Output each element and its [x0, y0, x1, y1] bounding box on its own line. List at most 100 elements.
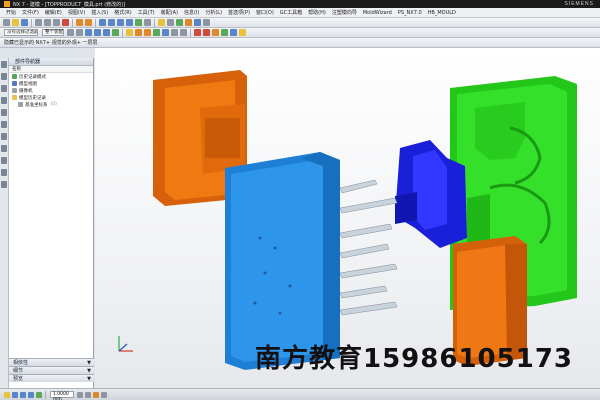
menu-ps-nx7[interactable]: PS_NX7.0 — [395, 10, 425, 16]
history-icon[interactable] — [1, 109, 7, 116]
tree-item-label: 历史记录模式 — [19, 74, 46, 80]
edge-blend-icon[interactable] — [171, 29, 178, 36]
pan-icon[interactable] — [126, 19, 133, 26]
wireframe-view-icon[interactable] — [144, 19, 151, 26]
ejector-icon[interactable] — [230, 29, 237, 36]
settings-icon[interactable] — [1, 181, 7, 188]
deselect-icon[interactable] — [76, 29, 83, 36]
menu-mold-wizard-cn[interactable]: 注塑模向导 — [329, 9, 360, 16]
snap-icon[interactable] — [4, 391, 10, 398]
menu-file[interactable]: 文件(F) — [19, 9, 42, 16]
menu-view[interactable]: 视图(V) — [65, 9, 88, 16]
tree-item-datum-csys[interactable]: 基准坐标系 (0) — [9, 101, 93, 108]
web-browser-icon[interactable] — [1, 133, 7, 140]
show-hide-icon[interactable] — [167, 19, 174, 26]
mold-assembly-model[interactable] — [95, 48, 600, 388]
tree-item-camera[interactable]: 摄像机 — [9, 87, 93, 94]
paste-icon[interactable] — [53, 19, 60, 26]
tolerance-field[interactable]: 1.0000 mm — [50, 391, 74, 400]
menu-tools[interactable]: 工具(T) — [135, 9, 158, 16]
details-section[interactable]: 细节 ▼ — [9, 366, 94, 374]
chevron-down-icon: ▼ — [87, 376, 91, 382]
parting-icon[interactable] — [203, 29, 210, 36]
hole-icon[interactable] — [153, 29, 160, 36]
undo-icon[interactable] — [76, 19, 83, 26]
column-header-name[interactable]: 名称 — [9, 66, 93, 73]
snap-mid-icon[interactable] — [103, 29, 110, 36]
tree-item-suffix: (0) — [50, 102, 57, 107]
mold-wizard-icon[interactable] — [185, 19, 192, 26]
open-file-icon[interactable] — [12, 19, 19, 26]
assembly-scope-select[interactable]: 整个装配 — [42, 29, 64, 36]
palettes-icon[interactable] — [1, 169, 7, 176]
menu-help[interactable]: 帮助(H) — [305, 9, 329, 16]
menu-assembly[interactable]: 装配(A) — [158, 9, 181, 16]
selection-filter-select[interactable]: 没有选择过滤器 — [4, 29, 38, 36]
tree-item-model-history[interactable]: 模型历史记录 — [9, 94, 93, 101]
measure-icon[interactable] — [194, 19, 201, 26]
save-icon[interactable] — [21, 19, 28, 26]
chamfer-icon[interactable] — [180, 29, 187, 36]
view-top-icon[interactable] — [20, 391, 26, 398]
process-studio-icon[interactable] — [1, 145, 7, 152]
menu-bar: 开始 文件(F) 编辑(E) 视图(V) 插入(S) 格式(R) 工具(T) 装… — [0, 8, 600, 18]
menu-moldwizard[interactable]: MoldWizard — [360, 10, 395, 16]
assembly-icon[interactable] — [176, 19, 183, 26]
menu-preferences[interactable]: 首选项(P) — [225, 9, 253, 16]
reuse-library-icon[interactable] — [1, 97, 7, 104]
view-right-icon[interactable] — [36, 391, 42, 398]
tree-item-label: 摄像机 — [19, 88, 33, 94]
tree-item-model-views[interactable]: 模型视图 — [9, 80, 93, 87]
analysis-icon[interactable] — [203, 19, 210, 26]
zoom-icon[interactable] — [108, 19, 115, 26]
extrude-icon[interactable] — [135, 29, 142, 36]
copy-icon[interactable] — [44, 19, 51, 26]
roles-icon[interactable] — [1, 157, 7, 164]
new-file-icon[interactable] — [3, 19, 10, 26]
dependencies-section[interactable]: 相依性 ▼ — [9, 358, 94, 366]
point-snap-icon[interactable] — [77, 391, 83, 398]
graphics-viewport[interactable]: 南方教育15986105173 — [95, 48, 600, 388]
mold-tools-icon[interactable] — [194, 29, 201, 36]
snap-point-icon[interactable] — [85, 29, 92, 36]
menu-format[interactable]: 格式(R) — [111, 9, 134, 16]
mold-base-icon[interactable] — [212, 29, 219, 36]
watermark-text: 南方教育15986105173 — [255, 344, 573, 374]
assembly-navigator-icon[interactable] — [1, 61, 7, 68]
slider-lifter-icon[interactable] — [239, 29, 246, 36]
menu-information[interactable]: 信息(I) — [181, 9, 202, 16]
grid-icon[interactable] — [85, 391, 91, 398]
view-front-icon[interactable] — [28, 391, 34, 398]
system-materials-icon[interactable] — [1, 121, 7, 128]
menu-edit[interactable]: 编辑(E) — [42, 9, 65, 16]
view-orient-icon[interactable] — [12, 391, 18, 398]
cut-icon[interactable] — [35, 19, 42, 26]
menu-insert[interactable]: 插入(S) — [88, 9, 111, 16]
snap-center-icon[interactable] — [112, 29, 119, 36]
part-navigator-icon[interactable] — [1, 85, 7, 92]
boolean-icon[interactable] — [162, 29, 169, 36]
redo-icon[interactable] — [85, 19, 92, 26]
snap-end-icon[interactable] — [94, 29, 101, 36]
rotate-icon[interactable] — [117, 19, 124, 26]
menu-analysis[interactable]: 分析(L) — [202, 9, 225, 16]
select-all-icon[interactable] — [67, 29, 74, 36]
revolve-icon[interactable] — [144, 29, 151, 36]
part-navigator-panel: 部件导航器 名称 历史记录模式 模型视图 摄像机 模型历史记录 基准坐标系 (0… — [9, 58, 94, 388]
constraint-navigator-icon[interactable] — [1, 73, 7, 80]
shaded-view-icon[interactable] — [135, 19, 142, 26]
standard-parts-icon[interactable] — [221, 29, 228, 36]
display-icon[interactable] — [101, 391, 107, 398]
preview-section[interactable]: 预览 ▼ — [9, 374, 94, 382]
menu-start[interactable]: 开始 — [3, 9, 19, 16]
tree-item-history-mode[interactable]: 历史记录模式 — [9, 73, 93, 80]
menu-hb-mould[interactable]: HB_MOULD — [425, 10, 459, 16]
layer-icon[interactable] — [158, 19, 165, 26]
fit-view-icon[interactable] — [99, 19, 106, 26]
menu-gc-toolbox[interactable]: GC工具箱 — [277, 9, 305, 16]
toolbar-separator — [154, 18, 155, 27]
sync-icon[interactable] — [93, 391, 99, 398]
delete-icon[interactable] — [62, 19, 69, 26]
sketch-icon[interactable] — [126, 29, 133, 36]
menu-window[interactable]: 窗口(O) — [253, 9, 277, 16]
